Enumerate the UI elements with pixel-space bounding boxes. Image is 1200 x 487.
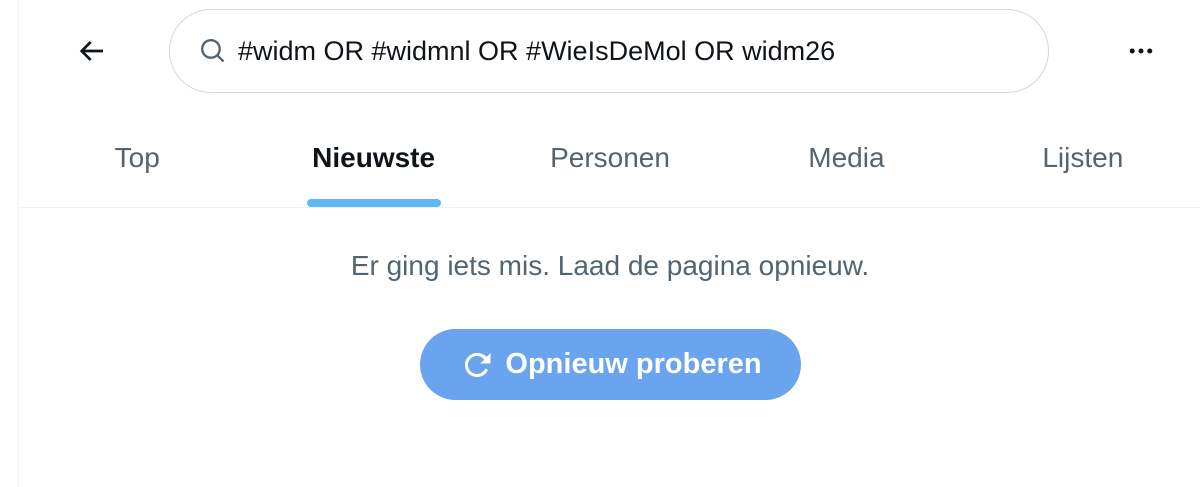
tab-label: Lijsten xyxy=(1042,141,1124,173)
tab-personen[interactable]: Personen xyxy=(492,108,728,207)
tab-lijsten[interactable]: Lijsten xyxy=(965,108,1200,207)
tab-label: Personen xyxy=(550,141,670,173)
search-icon xyxy=(198,36,228,66)
tab-top[interactable]: Top xyxy=(19,108,255,207)
tab-label: Top xyxy=(114,141,160,173)
retry-button[interactable]: Opnieuw proberen xyxy=(420,329,801,400)
more-options-button[interactable] xyxy=(1105,17,1177,89)
tab-media[interactable]: Media xyxy=(728,108,964,207)
search-box[interactable] xyxy=(169,9,1049,93)
search-tabs: Top Nieuwste Personen Media Lijsten xyxy=(19,108,1200,208)
tab-nieuwste[interactable]: Nieuwste xyxy=(255,108,491,207)
refresh-icon xyxy=(459,347,495,383)
retry-label: Opnieuw proberen xyxy=(505,348,762,380)
search-input[interactable] xyxy=(238,35,1018,67)
main-column: Top Nieuwste Personen Media Lijsten Er g… xyxy=(18,0,1200,487)
error-message: Er ging iets mis. Laad de pagina opnieuw… xyxy=(350,250,870,281)
arrow-left-icon xyxy=(75,35,107,72)
more-horizontal-icon xyxy=(1126,36,1156,71)
active-tab-indicator xyxy=(306,199,441,207)
tab-label: Nieuwste xyxy=(312,141,436,173)
back-button[interactable] xyxy=(55,17,127,89)
tab-label: Media xyxy=(808,141,885,173)
